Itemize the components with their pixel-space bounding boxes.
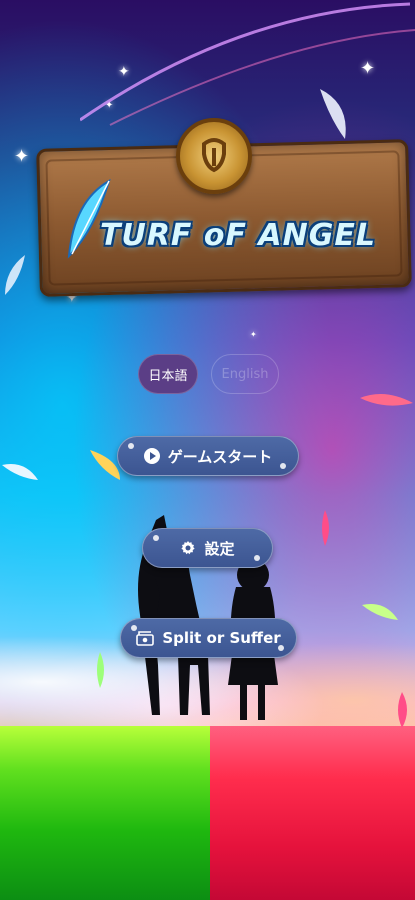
sparkle-star: ✦ xyxy=(250,330,257,339)
game-start-label: ゲームスタート xyxy=(167,447,273,466)
horseshoe-emblem-icon xyxy=(176,118,252,194)
shooting-star-trail xyxy=(80,2,415,126)
language-english-button[interactable]: English xyxy=(211,354,279,394)
decor-dot xyxy=(153,535,159,541)
play-icon xyxy=(143,448,160,464)
game-title: TURF oF ANGEL xyxy=(100,218,376,253)
decor-dot xyxy=(278,645,284,651)
decor-dot xyxy=(254,555,260,561)
feather-icon xyxy=(360,394,413,406)
red-grass-field xyxy=(210,726,415,900)
feather-icon xyxy=(362,604,398,620)
settings-label: 設定 xyxy=(204,539,235,558)
feather-icon xyxy=(2,464,38,480)
game-start-button[interactable]: ゲームスタート xyxy=(117,436,299,476)
split-or-suffer-label: Split or Suffer xyxy=(162,629,281,647)
cash-icon xyxy=(136,630,155,646)
decor-dot xyxy=(280,463,286,469)
split-or-suffer-button[interactable]: Split or Suffer xyxy=(120,618,297,658)
settings-button[interactable]: 設定 xyxy=(142,528,273,568)
decor-dot xyxy=(131,625,137,631)
sparkle-star: ✦ xyxy=(14,146,30,167)
feather-icon xyxy=(5,255,25,295)
green-grass-field xyxy=(0,726,210,900)
language-japanese-button[interactable]: 日本語 xyxy=(138,354,198,394)
feather-icon xyxy=(322,510,329,546)
feather-icon xyxy=(398,692,407,728)
gear-icon xyxy=(180,540,196,556)
feather-icon xyxy=(97,652,104,688)
game-logo: TURF oF ANGEL xyxy=(36,118,412,297)
decor-dot xyxy=(128,443,134,449)
